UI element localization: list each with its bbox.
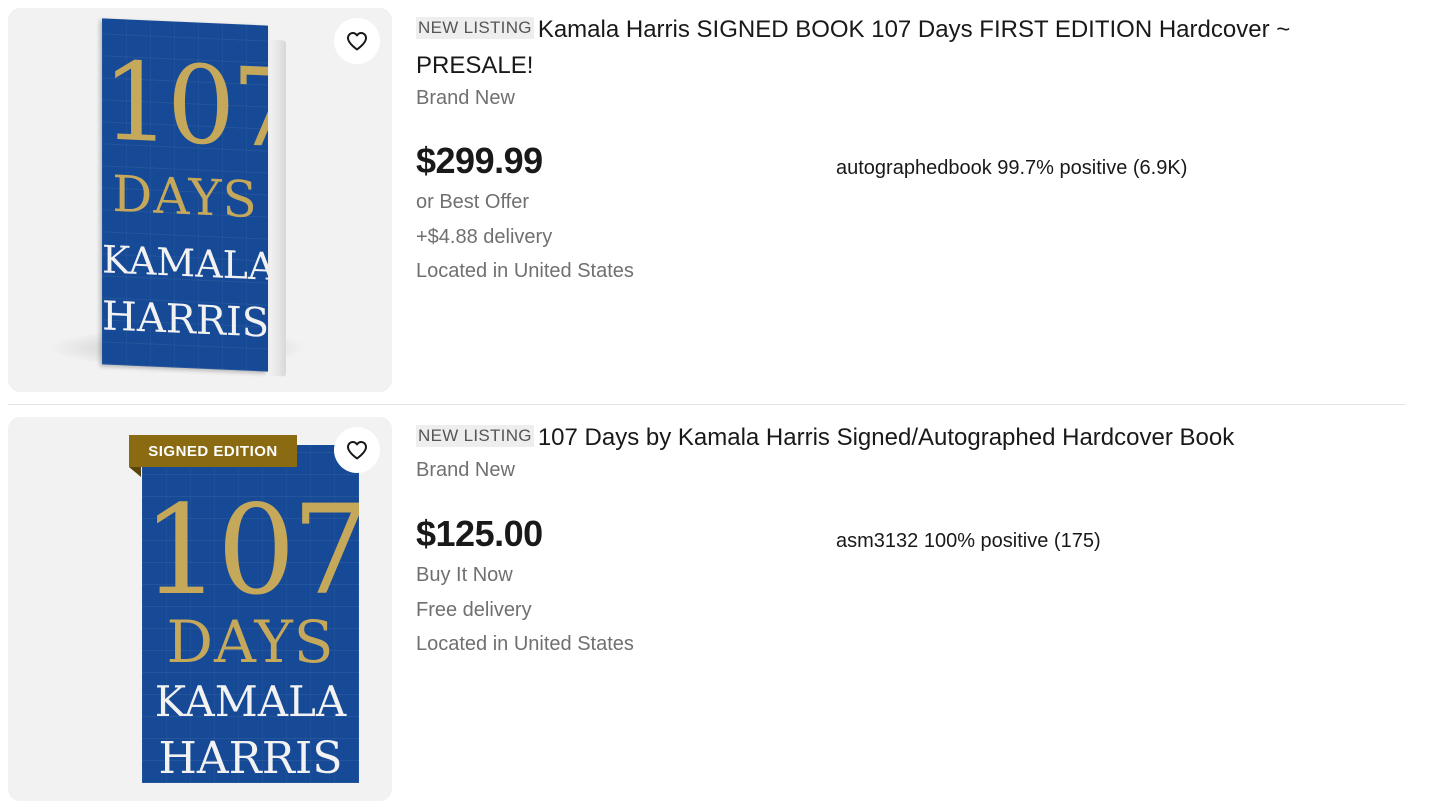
cover-word: DAYS <box>112 164 258 230</box>
book-cover: 107 DAYS KAMALA HARRIS <box>142 445 359 783</box>
watch-button[interactable] <box>334 427 380 473</box>
book-cover: 107 DAYS KAMALA HARRIS <box>102 18 268 372</box>
heart-icon <box>347 441 367 460</box>
listing-title[interactable]: Kamala Harris SIGNED BOOK 107 Days FIRST… <box>416 16 1290 79</box>
book-cover-image: 107 DAYS KAMALA HARRIS <box>102 18 288 377</box>
listing-title-link[interactable]: NEW LISTING Kamala Harris SIGNED BOOK 107… <box>416 12 1316 84</box>
delivery-cost: Free delivery <box>416 599 532 621</box>
cover-first-name: KAMALA <box>154 677 347 726</box>
listing-image[interactable]: 107 DAYS KAMALA HARRIS <box>8 8 392 392</box>
item-price: $299.99 <box>416 140 543 181</box>
new-listing-badge: NEW LISTING <box>416 17 534 39</box>
listing-divider <box>8 404 1406 405</box>
item-price: $125.00 <box>416 513 543 554</box>
listing-image[interactable]: 107 DAYS KAMALA HARRIS SIGNED EDITION <box>8 417 392 801</box>
purchase-option: or Best Offer <box>416 191 530 213</box>
listing-card: 107 DAYS KAMALA HARRIS NEW LISTING Kamala… <box>0 0 1410 404</box>
item-location: Located in United States <box>416 260 634 282</box>
seller-info[interactable]: autographedbook 99.7% positive (6.9K) <box>836 157 1187 180</box>
cover-word: DAYS <box>166 608 335 676</box>
cover-last-name: HARRIS <box>102 293 268 347</box>
cover-last-name: HARRIS <box>158 733 343 783</box>
seller-info[interactable]: asm3132 100% positive (175) <box>836 530 1101 553</box>
item-location: Located in United States <box>416 633 634 655</box>
listing-card: 107 DAYS KAMALA HARRIS SIGNED EDITION NE… <box>0 410 1410 810</box>
delivery-cost: +$4.88 delivery <box>416 226 553 248</box>
listing-info: NEW LISTING 107 Days by Kamala Harris Sig… <box>416 420 1316 484</box>
listing-title[interactable]: 107 Days by Kamala Harris Signed/Autogra… <box>538 424 1234 451</box>
watch-button[interactable] <box>334 18 380 64</box>
new-listing-badge: NEW LISTING <box>416 425 534 447</box>
cover-number: 107 <box>102 39 268 173</box>
listing-title-link[interactable]: NEW LISTING 107 Days by Kamala Harris Sig… <box>416 420 1316 456</box>
banner-fold <box>129 467 141 477</box>
signed-edition-banner: SIGNED EDITION <box>129 435 297 467</box>
cover-first-name: KAMALA <box>102 237 268 289</box>
search-results: 107 DAYS KAMALA HARRIS NEW LISTING Kamala… <box>0 0 1440 810</box>
item-condition: Brand New <box>416 459 515 481</box>
heart-icon <box>347 32 367 51</box>
item-condition: Brand New <box>416 87 515 109</box>
book-pages <box>266 39 286 377</box>
listing-info: NEW LISTING Kamala Harris SIGNED BOOK 107… <box>416 12 1316 112</box>
cover-number: 107 <box>142 479 359 623</box>
purchase-option: Buy It Now <box>416 564 513 586</box>
